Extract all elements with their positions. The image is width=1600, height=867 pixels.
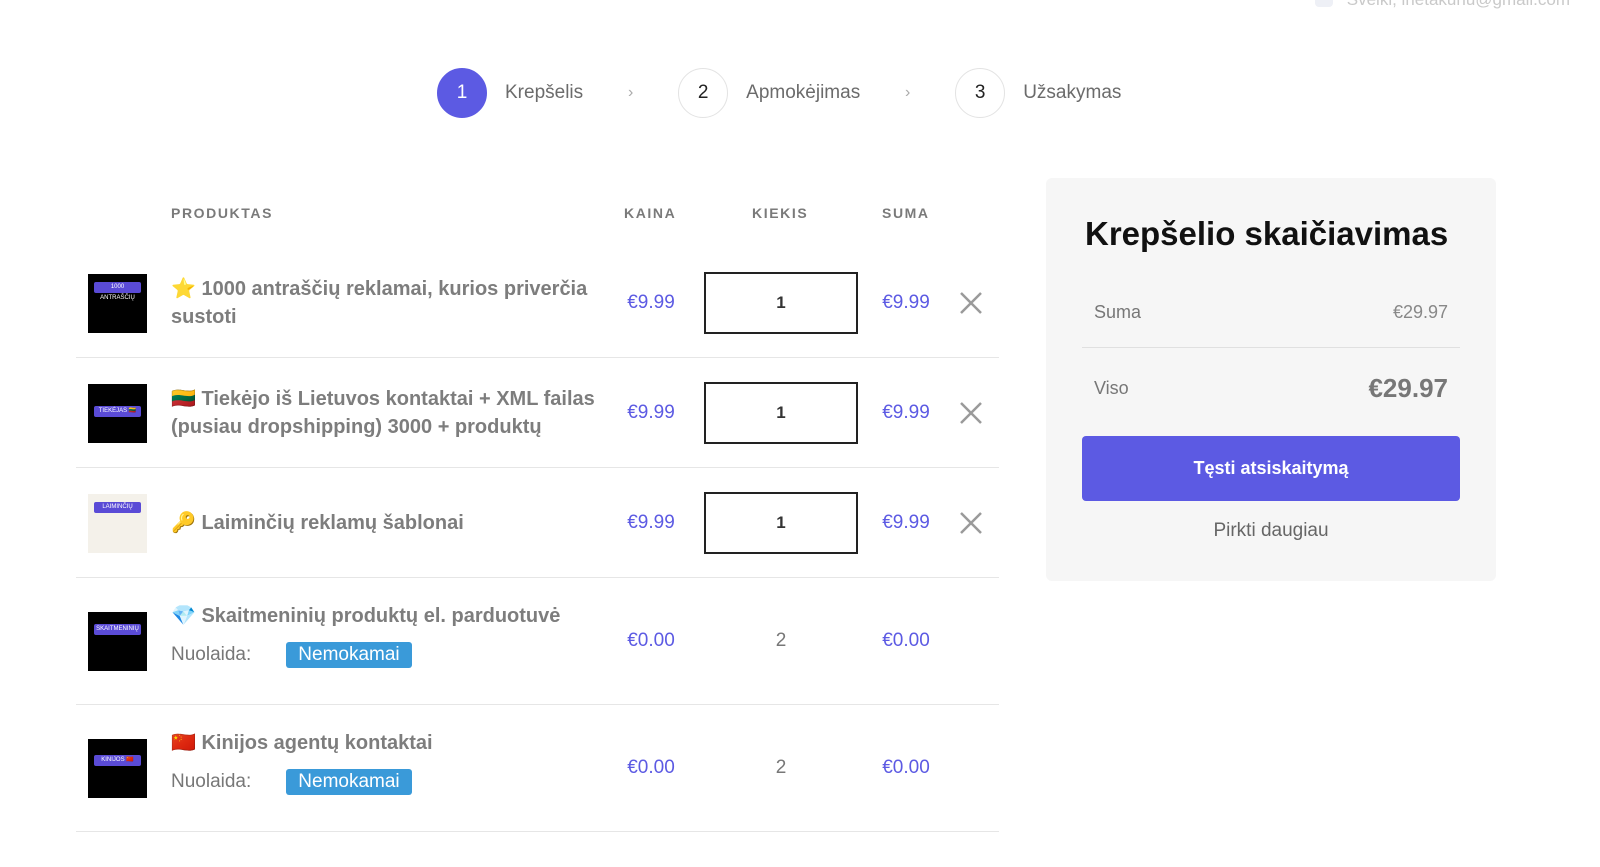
- row-total: €9.99: [882, 401, 930, 423]
- thumbnail-label: TIEKĖJAS 🇱🇹: [94, 405, 141, 417]
- discount-badge: Nemokamai: [286, 769, 412, 795]
- table-row: LAIMINČIŲ 🔑 Laiminčių reklamų šablonai €…: [76, 468, 999, 578]
- header-qty: KIEKIS: [752, 205, 809, 221]
- discount-label: Nuolaida:: [171, 644, 252, 665]
- step-label: Užsakymas: [1023, 82, 1122, 103]
- header-price: KAINA: [624, 205, 677, 221]
- product-price: €9.99: [627, 401, 675, 423]
- product-name[interactable]: 🇨🇳 Kinijos agentų kontaktai: [171, 729, 611, 757]
- discount-line: Nuolaida: Nemokamai: [171, 642, 412, 668]
- step-order[interactable]: 3 Užsakymas: [955, 68, 1121, 118]
- quantity-value: 2: [775, 630, 787, 651]
- row-total: €9.99: [882, 291, 930, 313]
- step-cart[interactable]: 1 Krepšelis: [437, 68, 583, 118]
- step-number: 2: [678, 68, 729, 118]
- product-name[interactable]: ⭐ 1000 antraščių reklamai, kurios priver…: [171, 275, 611, 331]
- step-number: 3: [955, 68, 1006, 118]
- row-total: €0.00: [882, 630, 930, 651]
- thumbnail-label: LAIMINČIŲ: [94, 501, 141, 513]
- quantity-value: 2: [775, 757, 787, 778]
- subtotal-label: Suma: [1094, 302, 1142, 322]
- product-name[interactable]: 💎 Skaitmeninių produktų el. parduotuvė: [171, 602, 611, 630]
- product-price: €9.99: [627, 511, 675, 533]
- subtotal-row: Suma €29.97: [1082, 278, 1460, 348]
- quantity-input[interactable]: 1: [704, 491, 858, 554]
- table-row: TIEKĖJAS 🇱🇹 🇱🇹 Tiekėjo iš Lietuvos konta…: [76, 358, 999, 468]
- total-label: Viso: [1094, 377, 1129, 398]
- greeting-text: Sveiki, irietakunu@gmail.com: [1347, 0, 1570, 10]
- product-thumbnail[interactable]: KINIJOS 🇨🇳: [88, 739, 147, 798]
- quantity-input[interactable]: 1: [704, 271, 858, 334]
- product-price: €9.99: [627, 291, 675, 313]
- product-thumbnail[interactable]: SKAITMENINIŲ: [88, 612, 147, 671]
- total-row: Viso €29.97: [1082, 353, 1460, 423]
- cart-table: PRODUKTAS KAINA KIEKIS SUMA 1000 ANTRAŠČ…: [76, 178, 999, 832]
- header-product: PRODUKTAS: [171, 205, 274, 221]
- product-thumbnail[interactable]: LAIMINČIŲ: [88, 493, 147, 553]
- product-name[interactable]: 🔑 Laiminčių reklamų šablonai: [171, 509, 611, 537]
- total-value: €29.97: [1368, 372, 1448, 403]
- product-price: €0.00: [627, 757, 675, 778]
- product-price: €0.00: [627, 630, 675, 651]
- thumbnail-label: KINIJOS 🇨🇳: [94, 755, 141, 766]
- topbar-greeting: Sveiki, irietakunu@gmail.com: [1314, 0, 1570, 10]
- step-payment[interactable]: 2 Apmokėjimas: [678, 68, 860, 118]
- step-label: Krepšelis: [505, 82, 584, 103]
- discount-label: Nuolaida:: [171, 771, 252, 792]
- chevron-right-icon: ›: [627, 84, 634, 101]
- thumbnail-label: SKAITMENINIŲ: [94, 624, 141, 635]
- table-header: PRODUKTAS KAINA KIEKIS SUMA: [76, 178, 999, 248]
- header-total: SUMA: [882, 205, 930, 221]
- checkout-steps: 1 Krepšelis › 2 Apmokėjimas › 3 Užsakyma…: [437, 68, 1121, 118]
- discount-badge: Nemokamai: [286, 642, 412, 668]
- quantity-input[interactable]: 1: [704, 381, 858, 444]
- close-icon[interactable]: [956, 288, 986, 318]
- chevron-right-icon: ›: [905, 84, 911, 101]
- product-thumbnail[interactable]: 1000 ANTRAŠČIŲ: [88, 273, 147, 333]
- summary-title: Krepšelio skaičiavimas: [1085, 215, 1449, 252]
- product-thumbnail[interactable]: TIEKĖJAS 🇱🇹: [88, 383, 147, 443]
- cart-summary: Krepšelio skaičiavimas Suma €29.97 Viso …: [1046, 178, 1496, 581]
- continue-shopping-link[interactable]: Pirkti daugiau: [1082, 520, 1460, 542]
- thumbnail-label: 1000 ANTRAŠČIŲ: [94, 281, 141, 301]
- close-icon[interactable]: [956, 398, 986, 428]
- user-icon: [1314, 0, 1333, 7]
- discount-line: Nuolaida: Nemokamai: [171, 769, 412, 795]
- table-row: KINIJOS 🇨🇳 🇨🇳 Kinijos agentų kontaktai N…: [76, 705, 999, 832]
- step-label: Apmokėjimas: [746, 82, 861, 103]
- close-icon[interactable]: [956, 508, 986, 538]
- subtotal-value: €29.97: [1392, 302, 1448, 322]
- row-total: €0.00: [882, 757, 930, 778]
- product-name[interactable]: 🇱🇹 Tiekėjo iš Lietuvos kontaktai + XML f…: [171, 385, 611, 441]
- checkout-button[interactable]: Tęsti atsiskaitymą: [1082, 436, 1460, 501]
- table-row: SKAITMENINIŲ 💎 Skaitmeninių produktų el.…: [76, 578, 999, 705]
- table-row: 1000 ANTRAŠČIŲ ⭐ 1000 antraščių reklamai…: [76, 248, 999, 358]
- row-total: €9.99: [882, 511, 930, 533]
- step-number: 1: [437, 68, 487, 118]
